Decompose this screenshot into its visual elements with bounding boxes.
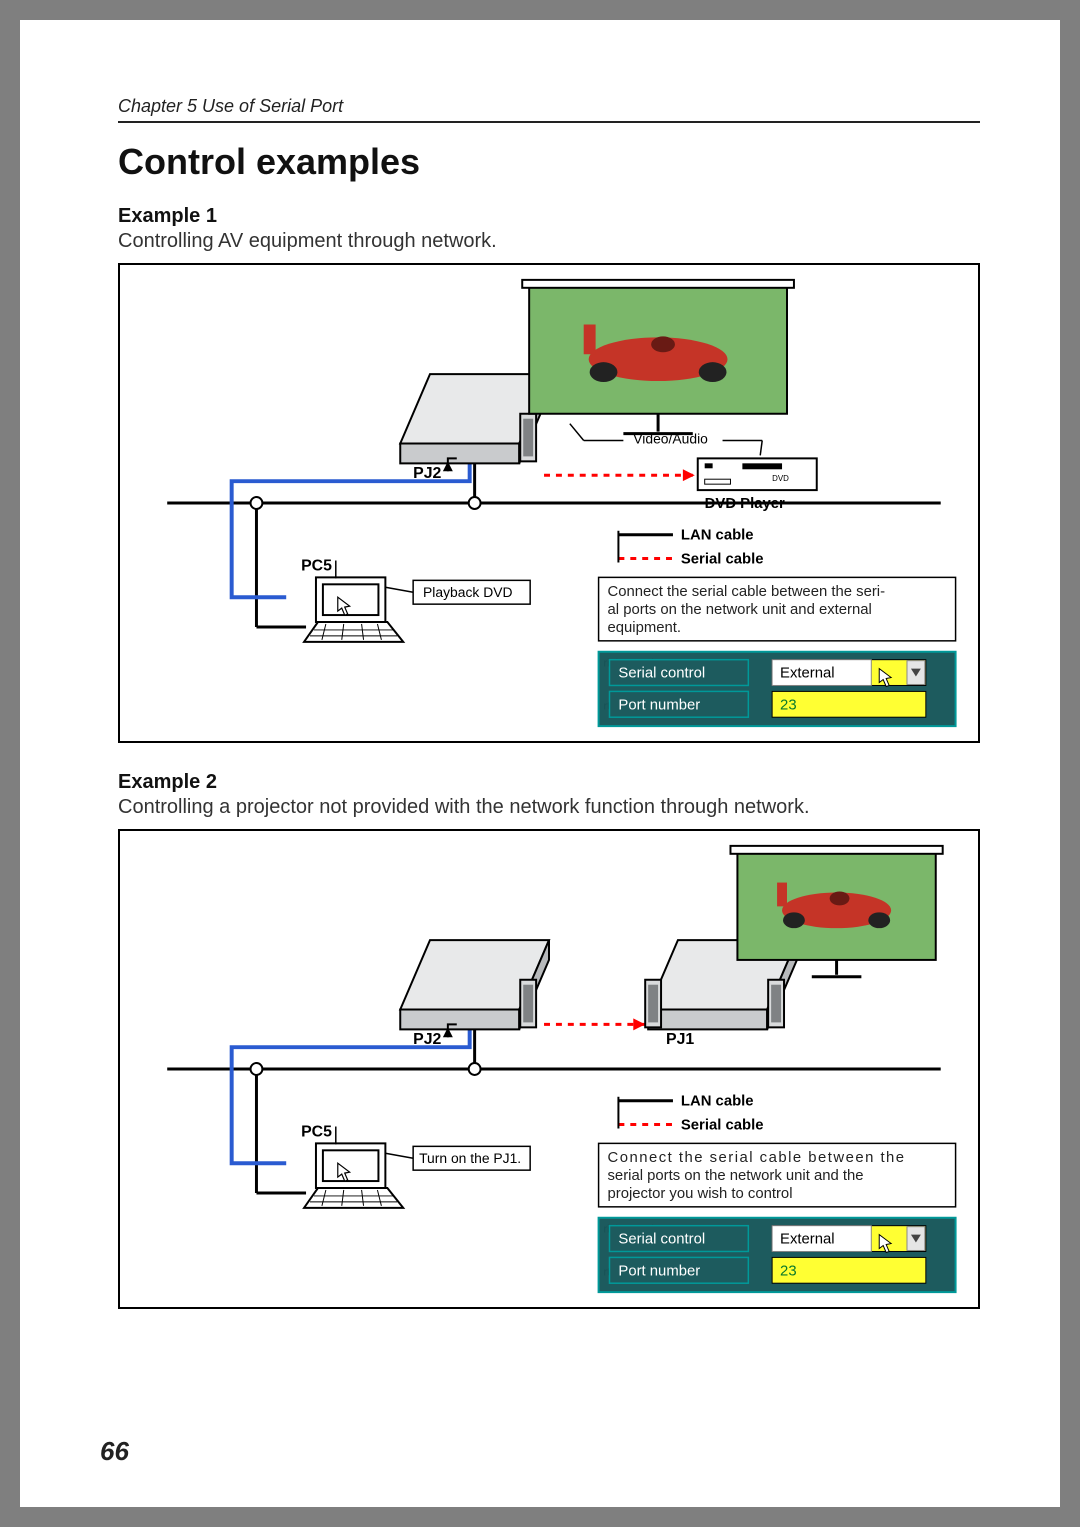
example1-heading: Example 1	[118, 205, 980, 228]
note-l2: serial ports on the network unit and the	[608, 1168, 864, 1184]
note-l3: projector you wish to control	[608, 1186, 793, 1202]
serial-cable-legend: Serial cable	[681, 1117, 764, 1133]
pj2-label: PJ2	[413, 465, 441, 482]
pj1-label: PJ1	[666, 1031, 694, 1048]
example2-diagram: PJ2 PJ1	[118, 829, 980, 1309]
projector-pj2-icon	[400, 374, 549, 463]
projection-screen-icon	[522, 280, 794, 434]
ui-port-value: 23	[780, 1263, 797, 1279]
ui-port-value: 23	[780, 697, 797, 713]
lan-cable-legend: LAN cable	[681, 528, 754, 544]
ui-external-value: External	[780, 666, 835, 682]
turn-on-pj1-text: Turn on the PJ1.	[419, 1150, 521, 1166]
dvd-player-label: DVD Player	[705, 496, 785, 512]
pc5-label: PC5	[301, 1123, 332, 1140]
example2-heading: Example 2	[118, 771, 980, 794]
page-number: 66	[100, 1436, 129, 1467]
note-l1: Connect the serial cable between the ser…	[608, 584, 886, 600]
projector-pj2-icon	[400, 940, 549, 1029]
lan-cable-legend: LAN cable	[681, 1094, 754, 1110]
chapter-header: Chapter 5 Use of Serial Port	[118, 96, 980, 123]
ui-port-number-label: Port number	[618, 697, 700, 713]
note-l3: equipment.	[608, 620, 682, 636]
ui-serial-control-label: Serial control	[618, 1232, 705, 1248]
dvd-player-icon	[698, 458, 817, 490]
ui-external-value: External	[780, 1232, 835, 1248]
note-l1: Connect the serial cable between the	[608, 1150, 906, 1166]
example1-diagram: PJ2 DVD DVD Player	[118, 263, 980, 743]
note-l2: al ports on the network unit and externa…	[608, 602, 872, 618]
projection-screen-icon	[730, 846, 942, 977]
serial-control-ui-panel: rial control rt number Serial control Po…	[599, 1218, 956, 1292]
page-title: Control examples	[118, 141, 980, 183]
serial-cable-legend: Serial cable	[681, 551, 764, 567]
ui-serial-control-label: Serial control	[618, 666, 705, 682]
playback-dvd-text: Playback DVD	[423, 584, 512, 600]
svg-text:DVD: DVD	[772, 474, 789, 483]
pj2-label: PJ2	[413, 1031, 441, 1048]
example1-desc: Controlling AV equipment through network…	[118, 230, 980, 253]
laptop-pc5-icon	[304, 1143, 403, 1207]
video-audio-label: Video/Audio	[633, 431, 708, 447]
pc5-label: PC5	[301, 557, 332, 574]
example2-desc: Controlling a projector not provided wit…	[118, 796, 980, 819]
serial-control-ui-panel: rial control rt number Serial control Po…	[599, 652, 956, 726]
ui-port-number-label: Port number	[618, 1263, 700, 1279]
laptop-pc5-icon	[304, 577, 403, 641]
page: Chapter 5 Use of Serial Port Control exa…	[20, 20, 1060, 1507]
